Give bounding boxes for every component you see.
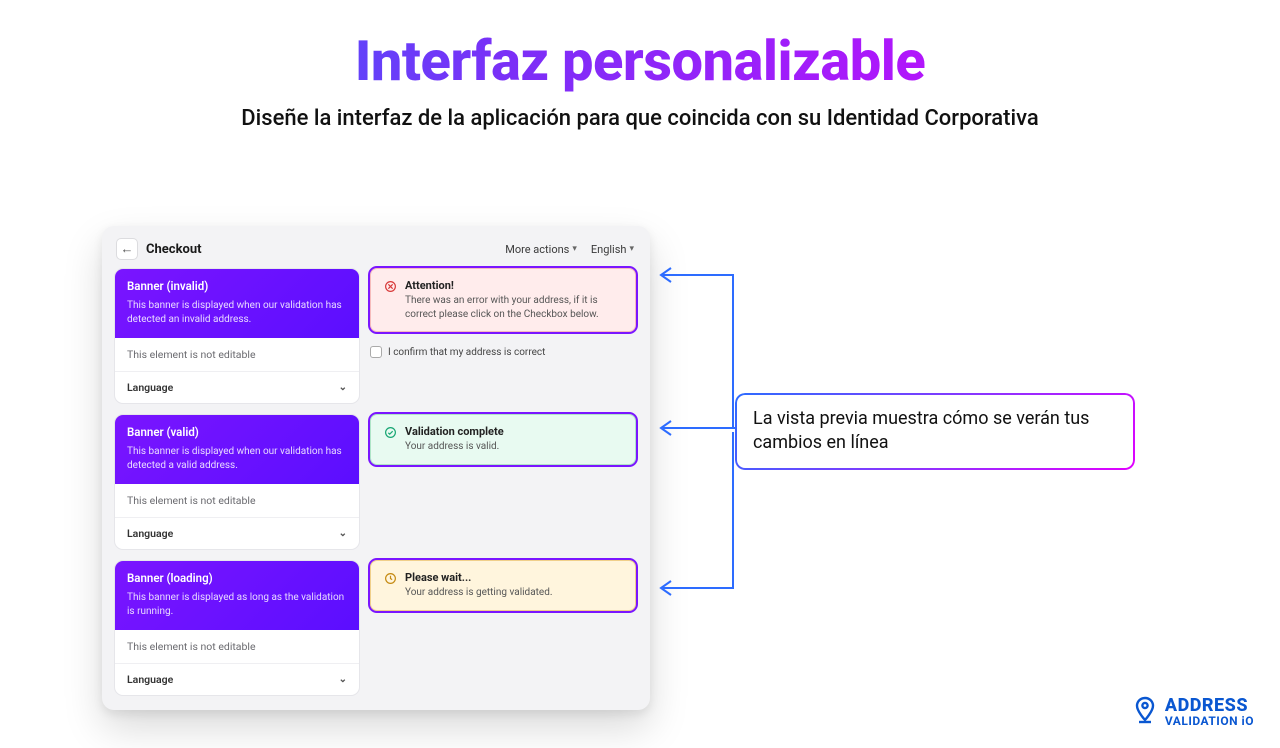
panel-title: Checkout — [146, 242, 202, 257]
brand-line1: ADDRESS — [1165, 697, 1254, 715]
preview-loading: Please wait... Your address is getting v… — [370, 560, 636, 611]
error-icon — [383, 279, 397, 293]
alert-desc: Your address is valid. — [405, 440, 504, 454]
language-dropdown[interactable]: English ▾ — [591, 243, 634, 256]
card-banner-loading[interactable]: Banner (loading) This banner is displaye… — [114, 560, 360, 696]
callout-box: La vista previa muestra cómo se verán tu… — [735, 393, 1135, 470]
page-title: Interfaz personalizable — [0, 28, 1280, 94]
language-label: English — [591, 243, 627, 256]
back-button[interactable]: ← — [116, 238, 138, 260]
preview-invalid: Attention! There was an error with your … — [370, 268, 636, 358]
banner-title: Banner (loading) — [127, 571, 347, 585]
alert-desc: Your address is getting validated. — [405, 586, 552, 600]
chevron-down-icon: ⌄ — [339, 382, 347, 393]
confirm-checkbox-row[interactable]: I confirm that my address is correct — [370, 346, 636, 358]
arrow-to-loading — [655, 428, 745, 602]
arrow-to-invalid — [655, 263, 745, 437]
language-select-label: Language — [127, 673, 173, 686]
chevron-down-icon: ⌄ — [339, 674, 347, 685]
card-banner-invalid[interactable]: Banner (invalid) This banner is displaye… — [114, 268, 360, 404]
more-actions-dropdown[interactable]: More actions ▾ — [505, 243, 577, 256]
chevron-down-icon: ▾ — [572, 244, 577, 254]
not-editable-note: This element is not editable — [115, 630, 359, 663]
alert-desc: There was an error with your address, if… — [405, 294, 623, 321]
arrow-to-valid — [655, 420, 745, 440]
banner-desc: This banner is displayed as long as the … — [127, 591, 347, 618]
alert-valid: Validation complete Your address is vali… — [370, 414, 636, 465]
language-select[interactable]: Language ⌄ — [115, 663, 359, 695]
language-select-label: Language — [127, 527, 173, 540]
page-subtitle: Diseñe la interfaz de la aplicación para… — [0, 106, 1280, 131]
alert-invalid: Attention! There was an error with your … — [370, 268, 636, 332]
alert-title: Attention! — [405, 279, 623, 292]
editor-panel: ← Checkout More actions ▾ English ▾ Bann… — [102, 226, 650, 710]
brand-logo: ADDRESS VALIDATION iO — [1133, 696, 1254, 728]
panel-header: ← Checkout More actions ▾ English ▾ — [114, 236, 638, 268]
banner-desc: This banner is displayed when our valida… — [127, 445, 347, 472]
pin-icon — [1133, 696, 1157, 728]
banner-desc: This banner is displayed when our valida… — [127, 299, 347, 326]
row-valid: Banner (valid) This banner is displayed … — [114, 414, 638, 550]
banner-title: Banner (valid) — [127, 425, 347, 439]
success-icon — [383, 425, 397, 439]
preview-valid: Validation complete Your address is vali… — [370, 414, 636, 465]
more-actions-label: More actions — [505, 243, 569, 256]
confirm-label: I confirm that my address is correct — [388, 347, 545, 358]
alert-title: Validation complete — [405, 425, 504, 438]
banner-title: Banner (invalid) — [127, 279, 347, 293]
not-editable-note: This element is not editable — [115, 484, 359, 517]
alert-title: Please wait... — [405, 571, 552, 584]
brand-line2: VALIDATION iO — [1165, 715, 1254, 727]
row-invalid: Banner (invalid) This banner is displaye… — [114, 268, 638, 404]
callout-text: La vista previa muestra cómo se verán tu… — [753, 408, 1089, 453]
language-select-label: Language — [127, 381, 173, 394]
language-select[interactable]: Language ⌄ — [115, 371, 359, 403]
chevron-down-icon: ▾ — [629, 244, 634, 254]
row-loading: Banner (loading) This banner is displaye… — [114, 560, 638, 696]
not-editable-note: This element is not editable — [115, 338, 359, 371]
card-banner-valid[interactable]: Banner (valid) This banner is displayed … — [114, 414, 360, 550]
chevron-down-icon: ⌄ — [339, 528, 347, 539]
alert-loading: Please wait... Your address is getting v… — [370, 560, 636, 611]
clock-icon — [383, 571, 397, 585]
language-select[interactable]: Language ⌄ — [115, 517, 359, 549]
checkbox[interactable] — [370, 346, 382, 358]
